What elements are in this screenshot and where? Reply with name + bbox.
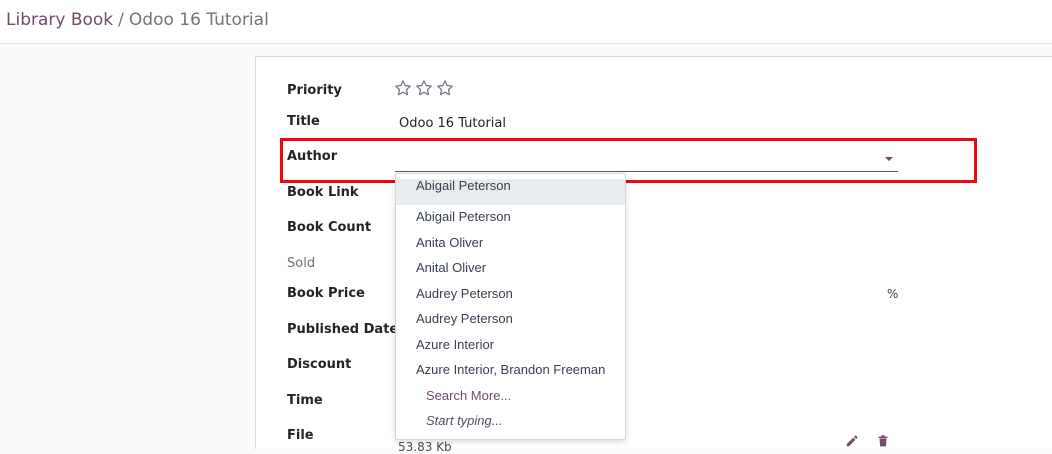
search-more-link[interactable]: Search More... [396,383,625,408]
priority-widget [394,79,457,99]
dropdown-item[interactable]: Audrey Peterson [396,306,625,331]
author-highlight-box [280,138,977,183]
file-label: File [287,428,314,443]
title-value[interactable]: Odoo 16 Tutorial [399,116,506,132]
dropdown-item[interactable]: Abigail Peterson [396,204,625,229]
dropdown-item[interactable]: Azure Interior [396,332,625,357]
sold-label: Sold [287,256,316,271]
book-link-label: Book Link [287,185,359,200]
breadcrumb-current-record: Odoo 16 Tutorial [128,10,269,30]
title-label: Title [287,114,320,129]
file-size: 53.83 Kb [398,440,452,454]
priority-label: Priority [287,83,342,98]
star-outline-icon[interactable] [394,79,412,97]
discount-label: Discount [287,357,352,372]
dropdown-item[interactable]: Abigail Peterson [396,179,625,205]
published-date-label: Published Date [287,322,399,337]
dropdown-item[interactable]: Azure Interior, Brandon Freeman [396,357,625,382]
dropdown-item[interactable]: Audrey Peterson [396,281,625,306]
star-outline-icon[interactable] [436,79,454,97]
start-typing-hint: Start typing... [426,413,503,428]
book-price-label: Book Price [287,286,365,301]
book-count-label: Book Count [287,220,372,235]
author-autocomplete-dropdown: Abigail Peterson Abigail Peterson Anita … [395,173,626,440]
time-label: Time [287,393,323,408]
control-panel: Library Book / Odoo 16 Tutorial [0,0,1052,44]
pencil-icon[interactable] [845,434,859,448]
percent-unit: % [887,287,899,301]
dropdown-item[interactable]: Anital Oliver [396,255,625,280]
trash-icon[interactable] [876,434,890,448]
breadcrumb: Library Book / Odoo 16 Tutorial [6,9,269,31]
dropdown-item[interactable]: Anita Oliver [396,230,625,255]
form-sheet [255,56,1052,449]
star-outline-icon[interactable] [415,79,433,97]
breadcrumb-library-book[interactable]: Library Book [6,10,113,30]
breadcrumb-separator: / [118,10,124,30]
